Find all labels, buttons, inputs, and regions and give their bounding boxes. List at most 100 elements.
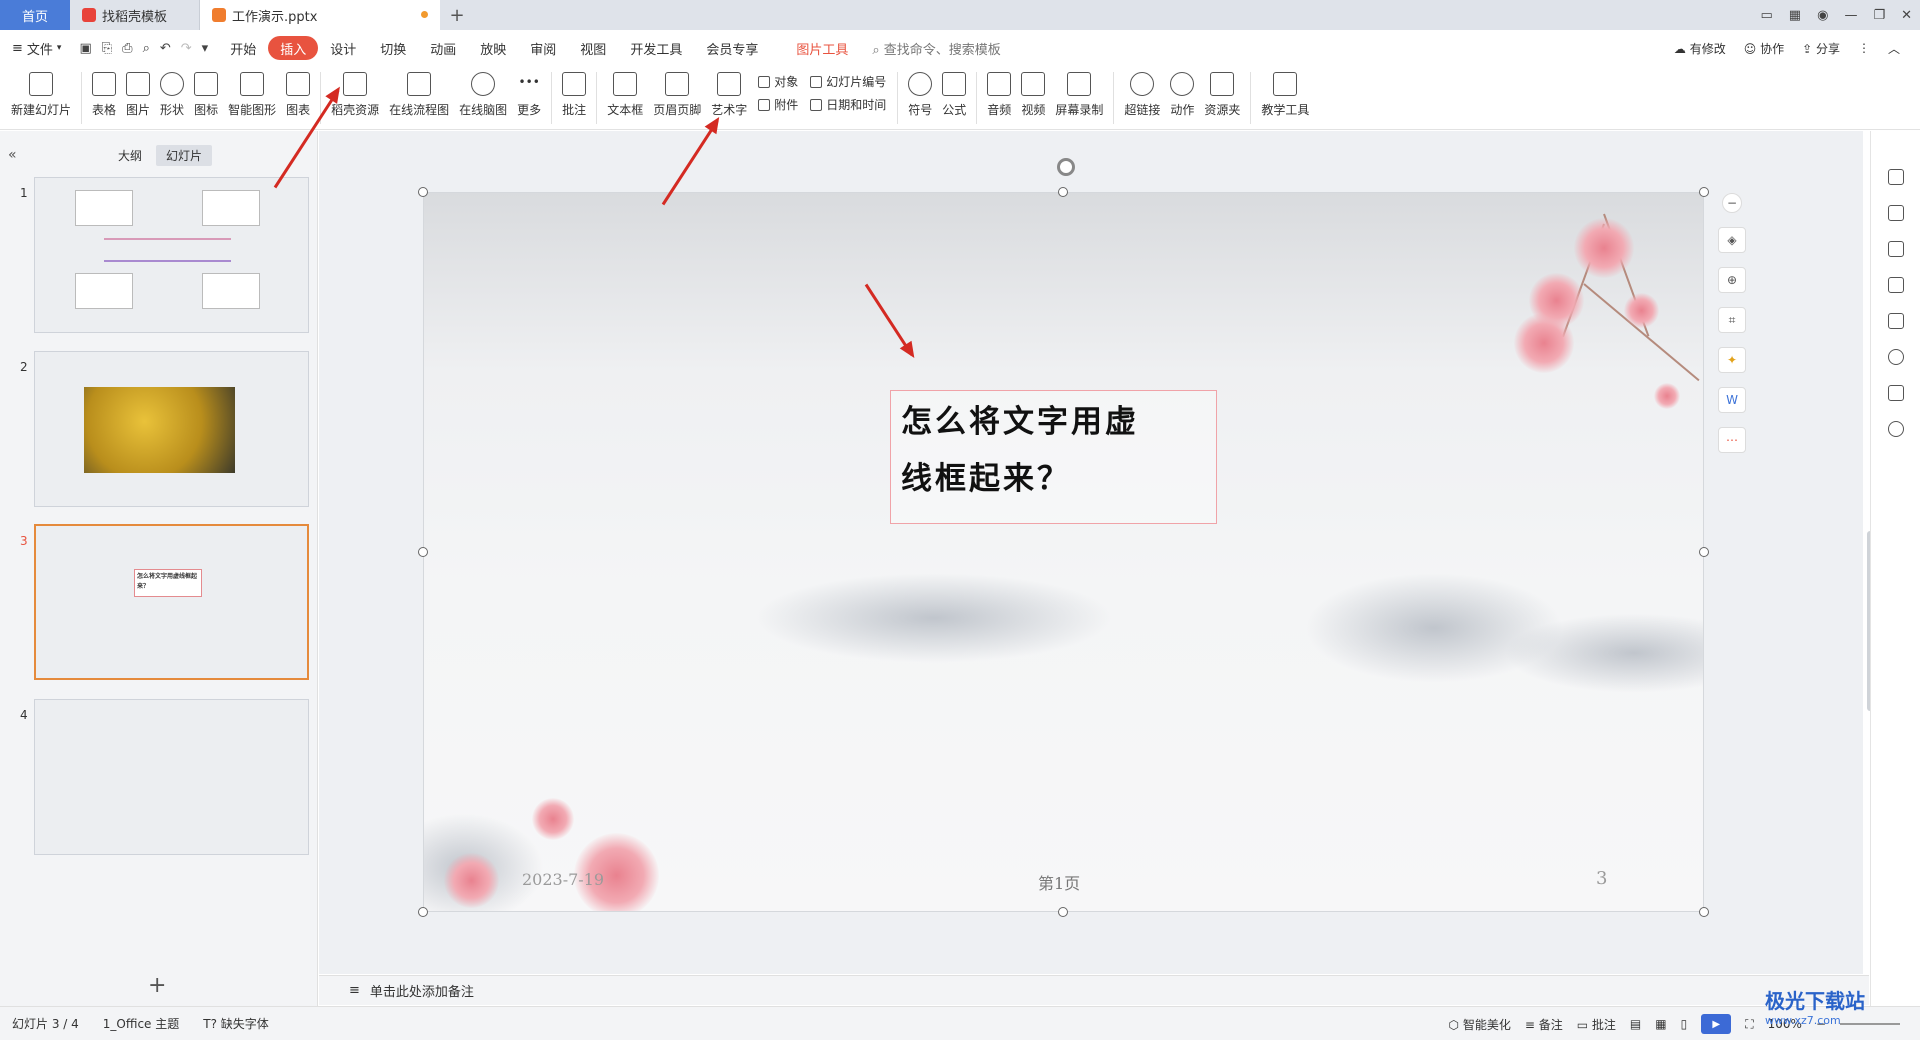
close-icon[interactable]: ✕ [1901,8,1912,23]
textbox-button[interactable]: 文本框 [602,70,648,118]
more-icon[interactable]: ⋮ [1858,41,1870,55]
normal-view-icon[interactable]: ▤ [1630,1017,1641,1031]
theme-name[interactable]: 1_Office 主题 [91,1015,191,1032]
title-textbox[interactable]: 怎么将文字用虚 线框起来？ [890,390,1217,524]
menu-view[interactable]: 视图 [568,36,618,60]
collapse-icon[interactable]: − [1722,193,1742,213]
tab-document[interactable]: 工作演示.pptx [200,0,440,30]
smart-art-button[interactable]: 智能图形 [223,70,281,118]
layers-icon[interactable]: ◈ [1718,227,1746,253]
export-icon[interactable]: ⎘ [102,41,112,56]
play-slideshow-button[interactable]: ▶ [1701,1014,1732,1034]
slide-thumbnail-4[interactable] [34,699,309,855]
more-button[interactable]: ••• 更多 [512,70,546,118]
resize-handle[interactable] [418,187,428,197]
attachment-button[interactable]: 附件 [758,96,798,113]
flowchart-button[interactable]: 在线流程图 [384,70,454,118]
resize-handle[interactable] [418,547,428,557]
star-icon[interactable] [1888,241,1904,257]
formula-button[interactable]: 公式 [937,70,971,118]
slide-thumbnail-3[interactable]: 怎么将文字用虚线框起来？ [34,524,309,680]
hyperlink-button[interactable]: 超链接 [1119,70,1165,118]
menu-developer[interactable]: 开发工具 [618,36,694,60]
resize-handle[interactable] [1058,907,1068,917]
shape-button[interactable]: 形状 [155,70,189,118]
save-icon[interactable]: ▣ [79,41,91,56]
redo-icon[interactable]: ↷ [181,41,192,56]
new-slide-button[interactable]: 新建幻灯片 [6,70,76,118]
datetime-button[interactable]: 日期和时间 [810,96,886,113]
header-footer-button[interactable]: 页眉页脚 [648,70,706,118]
resize-handle[interactable] [1699,187,1709,197]
more-tools-icon[interactable]: ⋯ [1718,427,1746,453]
undo-icon[interactable]: ↶ [160,41,171,56]
new-tab-button[interactable]: + [440,0,474,30]
customize-icon[interactable]: ▾ [202,41,209,56]
menu-picture-tools[interactable]: 图片工具 [784,36,860,60]
adjust-icon[interactable] [1888,205,1904,221]
tab-template[interactable]: 找稻壳模板 [70,0,200,30]
slide-thumbnail-2[interactable] [34,351,309,507]
compass-icon[interactable] [1888,349,1904,365]
tab-outline[interactable]: 大纲 [108,145,152,166]
slide-date[interactable]: 2023-7-19 [522,870,604,889]
wordart-button[interactable]: 艺术字 [706,70,752,118]
screen-record-button[interactable]: 屏幕录制 [1050,70,1108,118]
share-button[interactable]: ⇪ 分享 [1802,40,1840,57]
beautify-button[interactable]: ⬡ 智能美化 [1449,1016,1511,1033]
comments-toggle[interactable]: ▭ 批注 [1577,1016,1616,1033]
help-icon[interactable] [1888,421,1904,437]
audio-button[interactable]: 音频 [982,70,1016,118]
sorter-view-icon[interactable]: ▦ [1655,1017,1666,1031]
collapse-panel-icon[interactable]: « [8,147,17,163]
icon-button[interactable]: 图标 [189,70,223,118]
menu-start[interactable]: 开始 [218,36,268,60]
symbol-button[interactable]: 符号 [903,70,937,118]
action-button[interactable]: 动作 [1165,70,1199,118]
layout-icon[interactable]: ▭ [1761,8,1773,23]
apps-grid-icon[interactable]: ▦ [1789,8,1801,23]
collapse-ribbon-icon[interactable]: ︿ [1888,40,1900,57]
tab-home[interactable]: 首页 [0,0,70,30]
command-search[interactable]: ⌕ 查找命令、搜索模板 [860,39,1000,58]
comment-button[interactable]: 批注 [557,70,591,118]
slide-page-label[interactable]: 第1页 [1038,870,1080,894]
avatar[interactable]: ◉ [1817,8,1828,23]
slide-thumbnail-1[interactable] [34,177,309,333]
preview-icon[interactable]: ⌕ [143,41,150,56]
teaching-tools-button[interactable]: 教学工具 [1256,70,1314,118]
picture-tool-icon[interactable] [1888,313,1904,329]
restore-icon[interactable]: ❐ [1873,8,1885,23]
slide-page-number[interactable]: 3 [1596,868,1607,889]
print-icon[interactable]: ⎙ [122,41,132,56]
tab-slides[interactable]: 幻灯片 [156,145,213,166]
missing-font-button[interactable]: T? 缺失字体 [191,1015,281,1032]
picture-button[interactable]: 图片 [121,70,155,118]
fit-icon[interactable]: ⛶ [1745,1017,1753,1032]
word-convert-icon[interactable]: W [1718,387,1746,413]
minimize-icon[interactable]: — [1844,8,1857,23]
crop-icon[interactable]: ⌗ [1718,307,1746,333]
menu-review[interactable]: 审阅 [518,36,568,60]
menu-slideshow[interactable]: 放映 [468,36,518,60]
resources-folder-button[interactable]: 资源夹 [1199,70,1245,118]
resize-handle[interactable] [1699,547,1709,557]
slide-3[interactable] [423,192,1704,912]
table-button[interactable]: 表格 [87,70,121,118]
menu-member[interactable]: 会员专享 [694,36,770,60]
menu-insert[interactable]: 插入 [268,36,319,60]
resize-handle[interactable] [1699,907,1709,917]
notes-toggle[interactable]: ≡ 备注 [1525,1016,1563,1033]
book-icon[interactable] [1888,385,1904,401]
file-menu[interactable]: ≡ 文件 ▾ [0,36,73,60]
changes-button[interactable]: ☁ 有修改 [1674,40,1726,57]
reading-view-icon[interactable]: ▯ [1681,1017,1688,1031]
collab-button[interactable]: ☺ 协作 [1744,40,1784,57]
rocket-icon[interactable] [1888,169,1904,185]
add-slide-button[interactable]: + [148,973,166,998]
menu-animation[interactable]: 动画 [418,36,468,60]
slide-number-button[interactable]: 幻灯片编号 [810,73,886,90]
notes-bar[interactable]: ≡ 单击此处添加备注 [319,975,1869,1005]
lightbulb-icon[interactable]: ✦ [1718,347,1746,373]
menu-design[interactable]: 设计 [318,36,368,60]
